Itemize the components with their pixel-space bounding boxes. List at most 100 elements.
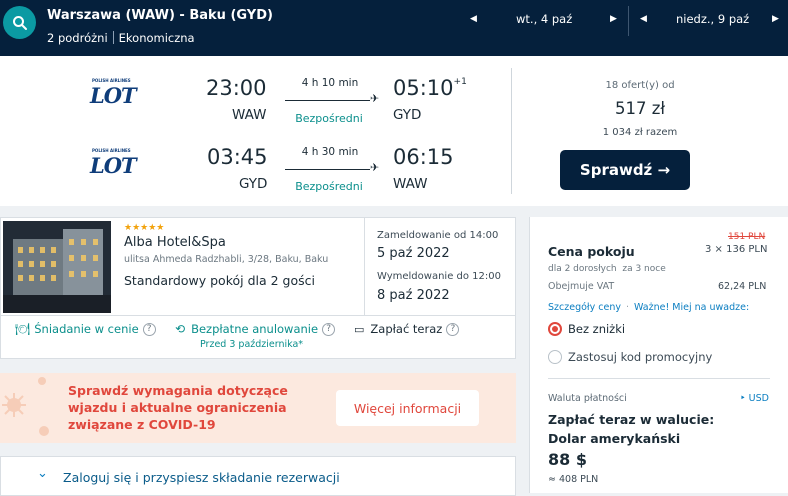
option-no-discount[interactable]: Bez zniżki — [548, 322, 625, 336]
free-cancel-label: Bezpłatne anulowanie — [191, 322, 319, 336]
outbound-arrival-code: GYD — [393, 107, 422, 123]
outbound-departure-code: WAW — [232, 107, 267, 123]
old-price: 151 PLN — [728, 232, 766, 242]
airline-name: LOT — [90, 153, 137, 178]
checkin-label: Zameldowanie od 14:00 — [377, 230, 499, 241]
covid-message: Sprawdź wymagania dotyczące wjazdu i akt… — [68, 382, 288, 433]
outbound-departure-time: 23:00 — [206, 76, 267, 100]
hotel-photo[interactable] — [3, 221, 111, 313]
radio-unselected[interactable] — [548, 350, 562, 364]
flight-result-card[interactable]: POLISH AIRLINES LOT 23:00 WAW 4 h 10 min… — [0, 56, 788, 206]
covid-info-banner: Sprawdź wymagania dotyczące wjazdu i akt… — [0, 373, 516, 443]
plane-icon: ✈ — [370, 92, 380, 105]
checkin-date: 5 paź 2022 — [377, 246, 450, 261]
wallet-icon: ▭ — [354, 322, 365, 336]
outbound-arrival-time: 05:10+1 — [393, 76, 467, 100]
inbound-departure-code: GYD — [239, 176, 268, 192]
depart-next-button[interactable]: ▶ — [610, 0, 617, 38]
check-offer-button[interactable]: Sprawdź → — [560, 150, 690, 190]
chevron-left-icon: ◀ — [470, 14, 477, 24]
offers-count: 18 ofert(y) od — [605, 80, 675, 91]
outbound-stops: Bezpośredni — [295, 112, 363, 125]
option-promo-code[interactable]: Zastosuj kod promocyjny — [548, 350, 712, 364]
vat-label: Obejmuje VAT — [548, 281, 615, 292]
price-details-link[interactable]: Szczegóły ceny · Ważne! Miej na uwadze: — [548, 302, 749, 313]
help-icon[interactable]: ? — [322, 322, 336, 336]
airline-tagline: POLISH AIRLINES — [92, 148, 131, 153]
depart-prev-button[interactable]: ◀ — [470, 0, 477, 38]
hotel-address: ulitsa Ahmeda Radzhabli, 3/28, Baku, Bak… — [124, 254, 329, 265]
divider — [112, 31, 114, 44]
inbound-arrival-code: WAW — [393, 176, 428, 192]
inbound-duration: 4 h 30 min — [301, 146, 359, 158]
radio-selected[interactable] — [548, 322, 562, 336]
travellers-count: 2 podróżni — [47, 31, 108, 45]
pay-now-currency-title: Zapłać teraz w walucie: Dolar amerykańsk… — [548, 410, 714, 448]
checkout-date: 8 paź 2022 — [377, 288, 450, 303]
free-cancel-deadline: Przed 3 października* — [200, 339, 304, 350]
outbound-route-line — [285, 100, 370, 101]
outbound-arrival-time-value: 05:10 — [393, 76, 454, 100]
chevron-right-icon: ▶ — [610, 14, 617, 24]
currency-selector[interactable]: ‣ USD — [740, 393, 769, 404]
pay-title-line: Zapłać teraz w walucie: — [548, 412, 715, 427]
chevron-right-icon: ▶ — [772, 14, 779, 24]
inbound-arrival-time: 06:15 — [393, 145, 454, 169]
plane-icon: ✈ — [370, 161, 380, 174]
inbound-stops: Bezpośredni — [295, 180, 363, 193]
bullet-separator: · — [625, 302, 629, 313]
divider — [548, 378, 770, 379]
airline-name: LOT — [90, 83, 137, 108]
login-expander[interactable]: ⌄ Zaloguj się i przyspiesz składanie rez… — [0, 456, 516, 496]
day-offset: +1 — [453, 77, 467, 87]
search-button[interactable] — [3, 6, 36, 39]
hotel-name[interactable]: Alba Hotel&Spa — [124, 235, 226, 250]
guests-nights: dla 2 dorosłych za 3 noce — [548, 264, 666, 274]
breakfast-label: Śniadanie w cenie — [34, 322, 139, 336]
airline-tagline: POLISH AIRLINES — [92, 78, 131, 83]
depart-date[interactable]: wt., 4 paź — [516, 0, 572, 38]
hotel-star-rating: ★★★★★ — [124, 223, 165, 233]
lot-logo: POLISH AIRLINES LOT — [90, 148, 137, 178]
travellers-summary[interactable]: 2 podróżni Ekonomiczna — [47, 31, 195, 45]
return-date[interactable]: niedz., 9 paź — [676, 0, 749, 38]
pay-now: ▭ Zapłać teraz ? — [354, 322, 460, 336]
inbound-departure-time: 03:45 — [207, 145, 268, 169]
room-price-label: Cena pokoju — [548, 244, 635, 259]
inbound-route-line — [285, 169, 370, 170]
lot-logo: POLISH AIRLINES LOT — [90, 78, 137, 108]
checkout-label: Wymeldowanie do 12:00 — [377, 271, 501, 282]
covid-message-line: związane z COVID-19 — [68, 417, 216, 432]
search-icon — [12, 15, 27, 30]
room-type: Standardowy pokój dla 2 gości — [124, 273, 315, 288]
return-next-button[interactable]: ▶ — [772, 0, 779, 38]
refund-icon: ⟲ — [175, 322, 186, 336]
free-cancellation: ⟲ Bezpłatne anulowanie ? — [175, 322, 336, 336]
hotel-building-image — [3, 221, 111, 313]
room-price-calc: 3 × 136 PLN — [705, 244, 768, 255]
important-note-link[interactable]: Ważne! Miej na uwadze: — [634, 302, 749, 313]
return-prev-button[interactable]: ◀ — [640, 0, 647, 38]
covid-message-line: Sprawdź wymagania dotyczące — [68, 383, 288, 398]
route-title[interactable]: Warszawa (WAW) - Baku (GYD) — [47, 8, 273, 23]
breakfast-included: 🍽 Śniadanie w cenie ? — [15, 322, 156, 336]
price-details-label: Szczegóły ceny — [548, 302, 621, 313]
divider — [1, 315, 515, 316]
login-prompt: Zaloguj się i przyspiesz składanie rezer… — [63, 470, 340, 485]
flight-price: 517 zł — [614, 99, 666, 118]
cabin-class: Ekonomiczna — [118, 31, 195, 45]
hotel-card[interactable]: ★★★★★ Alba Hotel&Spa ulitsa Ahmeda Radzh… — [0, 217, 516, 359]
divider — [628, 6, 629, 36]
divider — [511, 68, 512, 194]
more-info-button[interactable]: Więcej informacji — [336, 390, 479, 426]
help-icon[interactable]: ? — [142, 322, 156, 336]
vat-value: 62,24 PLN — [718, 281, 767, 292]
virus-illustration-icon — [2, 377, 49, 436]
pay-amount-approx: ≈ 408 PLN — [548, 474, 599, 485]
pay-now-label: Zapłać teraz — [370, 322, 443, 336]
flight-total-price: 1 034 zł razem — [602, 127, 678, 138]
divider — [364, 218, 365, 315]
help-icon[interactable]: ? — [446, 322, 460, 336]
pay-amount: 88 $ — [548, 450, 587, 469]
pay-title-line: Dolar amerykański — [548, 431, 681, 446]
